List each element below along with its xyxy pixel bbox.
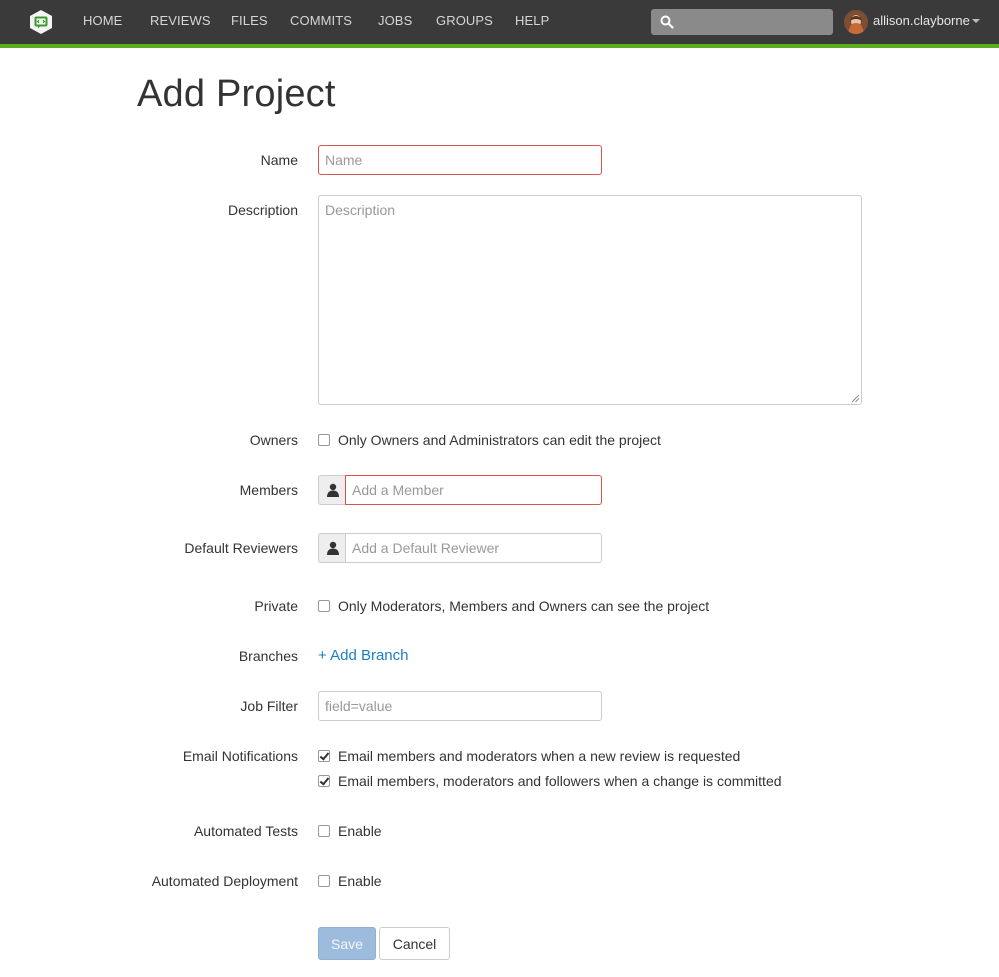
nav-home-link[interactable]: HOME xyxy=(83,13,122,28)
owners-label: Owners xyxy=(249,432,298,448)
navbar-accent-bar xyxy=(0,44,999,48)
search-input[interactable] xyxy=(651,9,833,35)
private-checkbox-label[interactable]: Only Moderators, Members and Owners can … xyxy=(338,598,709,614)
job-filter-label: Job Filter xyxy=(240,698,298,714)
default-reviewers-field xyxy=(318,533,602,563)
nav-commits-link[interactable]: COMMITS xyxy=(290,13,352,28)
top-navbar: HOME REVIEWS FILES COMMITS JOBS GROUPS H… xyxy=(0,0,999,44)
name-label: Name xyxy=(260,152,298,168)
nav-groups-link[interactable]: GROUPS xyxy=(436,13,493,28)
email-notifications-label: Email Notifications xyxy=(182,748,298,764)
automated-tests-label: Automated Tests xyxy=(193,823,298,839)
add-branch-link[interactable]: + Add Branch xyxy=(318,647,408,664)
owners-checkbox-label[interactable]: Only Owners and Administrators can edit … xyxy=(338,432,661,448)
nav-reviews-link[interactable]: REVIEWS xyxy=(150,13,211,28)
automated-deployment-label: Automated Deployment xyxy=(151,873,298,889)
nav-jobs-link[interactable]: JOBS xyxy=(378,13,412,28)
description-textarea[interactable] xyxy=(318,195,862,405)
private-checkbox[interactable] xyxy=(318,600,330,612)
resize-handle-icon[interactable] xyxy=(851,394,860,403)
email-on-commit-checkbox[interactable] xyxy=(318,775,330,787)
default-reviewers-addon xyxy=(318,533,346,563)
description-label: Description xyxy=(227,202,298,218)
name-input[interactable] xyxy=(318,145,602,175)
owners-checkbox[interactable] xyxy=(318,434,330,446)
automated-deployment-enable-label[interactable]: Enable xyxy=(338,873,382,889)
nav-help-link[interactable]: HELP xyxy=(515,13,549,28)
email-on-commit-label[interactable]: Email members, moderators and followers … xyxy=(338,773,782,789)
automated-tests-enable-label[interactable]: Enable xyxy=(338,823,382,839)
branches-label: Branches xyxy=(238,648,298,664)
user-menu-name[interactable]: allison.clayborne xyxy=(873,13,970,28)
default-reviewers-label: Default Reviewers xyxy=(184,540,298,556)
user-icon xyxy=(327,541,339,555)
cancel-button[interactable]: Cancel xyxy=(379,927,450,960)
email-on-review-label[interactable]: Email members and moderators when a new … xyxy=(338,748,740,764)
user-icon xyxy=(327,483,339,497)
email-on-review-checkbox[interactable] xyxy=(318,750,330,762)
default-reviewers-input[interactable] xyxy=(345,533,602,563)
members-field xyxy=(318,475,602,505)
chevron-down-icon[interactable] xyxy=(972,19,980,23)
user-avatar[interactable] xyxy=(844,10,868,34)
members-input[interactable] xyxy=(345,475,602,505)
save-button[interactable]: Save xyxy=(318,927,376,960)
search-icon xyxy=(660,15,674,29)
private-label: Private xyxy=(254,598,298,614)
nav-files-link[interactable]: FILES xyxy=(231,13,268,28)
swarm-logo-icon[interactable] xyxy=(28,9,54,35)
page-title: Add Project xyxy=(137,73,336,115)
job-filter-input[interactable] xyxy=(318,691,602,721)
automated-tests-checkbox[interactable] xyxy=(318,825,330,837)
automated-deployment-checkbox[interactable] xyxy=(318,875,330,887)
members-label: Members xyxy=(239,482,298,498)
members-addon xyxy=(318,475,346,505)
